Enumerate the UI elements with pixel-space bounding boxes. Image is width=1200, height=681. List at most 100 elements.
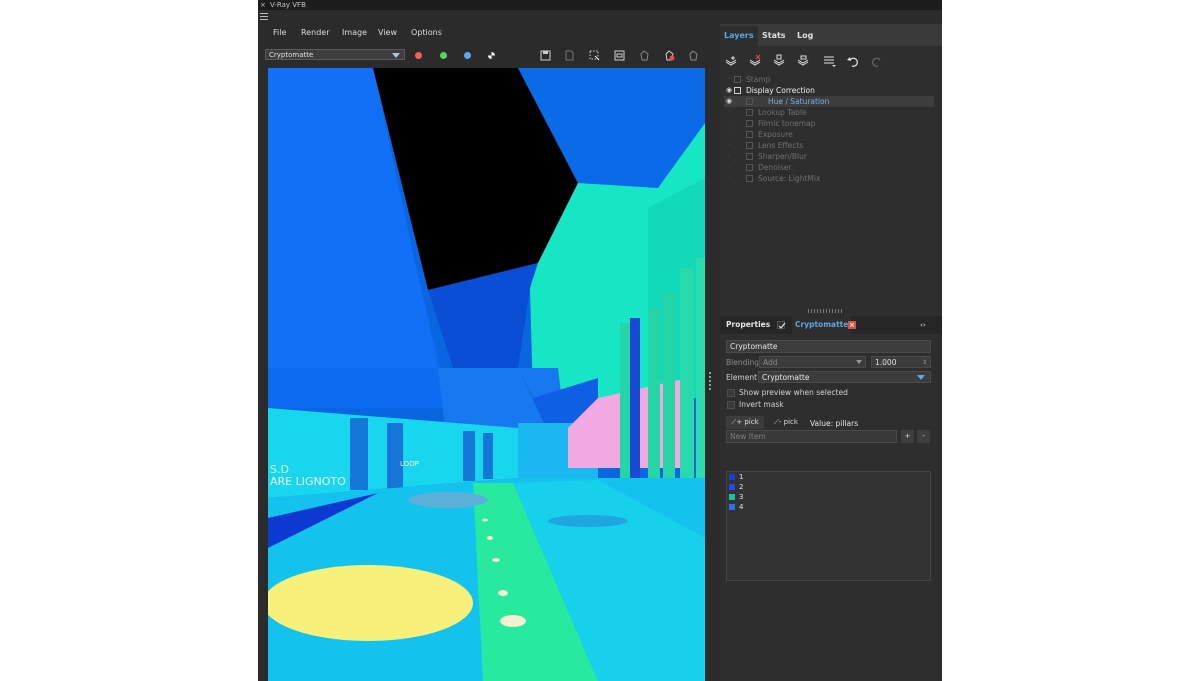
layer-row[interactable]: · Lens Effects bbox=[724, 140, 934, 151]
panel-tabs: Layers Stats Log bbox=[720, 24, 942, 46]
chevron-down-icon bbox=[392, 53, 400, 58]
visibility-eye-icon[interactable]: · bbox=[725, 173, 733, 184]
alpha-channel-dot[interactable] bbox=[488, 52, 495, 59]
cryptomatte-item-list[interactable]: 1 2 3 4 bbox=[726, 471, 931, 581]
visibility-eye-icon[interactable]: · bbox=[725, 118, 733, 129]
tab-log[interactable]: Log bbox=[793, 26, 817, 46]
green-channel-dot[interactable] bbox=[440, 52, 447, 59]
item-color-swatch bbox=[729, 494, 735, 500]
element-select[interactable]: Cryptomatte bbox=[758, 371, 931, 383]
undo-icon[interactable] bbox=[846, 54, 860, 68]
stop-render-icon[interactable] bbox=[664, 50, 675, 61]
layer-row[interactable]: · Exposure bbox=[724, 129, 934, 140]
visibility-eye-icon[interactable]: · bbox=[725, 151, 733, 162]
layer-name-field[interactable]: Cryptomatte bbox=[726, 340, 931, 353]
invert-mask-checkbox[interactable] bbox=[727, 401, 735, 409]
layer-row[interactable]: · Sharpen/Blur bbox=[724, 151, 934, 162]
visibility-eye-icon[interactable]: · bbox=[725, 129, 733, 140]
properties-menu-icon[interactable]: ‹› bbox=[920, 316, 926, 334]
new-item-input[interactable]: New Item bbox=[726, 430, 897, 443]
layer-presets-icon[interactable] bbox=[822, 54, 836, 68]
layer-row[interactable]: · Denoiser bbox=[724, 162, 934, 173]
visibility-eye-icon[interactable]: ◉ bbox=[725, 85, 733, 96]
clear-image-icon[interactable] bbox=[564, 50, 575, 61]
create-layer-icon[interactable] bbox=[724, 54, 738, 68]
layer-enable-checkbox[interactable] bbox=[746, 142, 753, 149]
remove-item-button[interactable]: - bbox=[917, 430, 930, 443]
layer-toolbar bbox=[720, 54, 942, 70]
menu-image[interactable]: Image bbox=[342, 28, 367, 37]
close-icon[interactable]: × bbox=[260, 0, 266, 10]
chevron-down-icon bbox=[856, 360, 862, 364]
delete-layer-icon[interactable] bbox=[748, 54, 762, 68]
layer-enable-checkbox[interactable] bbox=[746, 164, 753, 171]
spinner-arrows-icon[interactable]: ⇕ bbox=[922, 357, 927, 368]
visibility-eye-icon[interactable]: · bbox=[725, 162, 733, 173]
show-preview-checkbox[interactable] bbox=[727, 389, 735, 397]
channel-select-value: Cryptomatte bbox=[269, 51, 314, 59]
red-channel-dot[interactable] bbox=[415, 52, 422, 59]
redo-icon[interactable] bbox=[870, 54, 884, 68]
layer-enable-checkbox[interactable] bbox=[746, 120, 753, 127]
menu-options[interactable]: Options bbox=[411, 28, 442, 37]
blue-channel-dot[interactable] bbox=[464, 52, 471, 59]
layer-label: Source: LightMix bbox=[758, 174, 821, 183]
visibility-eye-icon[interactable]: · bbox=[725, 107, 733, 118]
item-color-swatch bbox=[729, 504, 735, 510]
layer-enabled-checkbox[interactable] bbox=[777, 321, 786, 329]
save-layers-icon[interactable] bbox=[772, 54, 786, 68]
layer-row[interactable]: ◉ Hue / Saturation bbox=[724, 96, 934, 107]
vfb-toolbar: Cryptomatte bbox=[258, 46, 708, 64]
properties-panel: Properties Cryptomatte × ‹› Cryptomatte … bbox=[720, 316, 942, 681]
layer-enable-checkbox[interactable] bbox=[746, 153, 753, 160]
add-item-button[interactable]: + bbox=[901, 430, 914, 443]
save-icon[interactable] bbox=[540, 50, 551, 61]
list-item[interactable]: 1 bbox=[727, 472, 930, 482]
layer-enable-checkbox[interactable] bbox=[746, 175, 753, 182]
list-item[interactable]: 4 bbox=[727, 502, 930, 512]
render-view[interactable]: S.D ARE LIGNOTO LOOP bbox=[268, 68, 705, 681]
layer-row[interactable]: · Stamp bbox=[724, 74, 934, 85]
menu-view[interactable]: View bbox=[378, 28, 397, 37]
channel-select[interactable]: Cryptomatte bbox=[265, 49, 405, 60]
opacity-spinner[interactable]: 1.000 ⇕ bbox=[871, 356, 931, 368]
render-icon[interactable] bbox=[639, 50, 650, 61]
layer-enable-checkbox[interactable] bbox=[734, 87, 741, 94]
tab-layers[interactable]: Layers bbox=[720, 26, 758, 46]
visibility-eye-icon[interactable]: · bbox=[725, 140, 733, 151]
blending-select[interactable]: Add bbox=[759, 356, 866, 368]
visibility-eye-icon[interactable]: ◉ bbox=[725, 96, 733, 107]
close-layer-tab-icon[interactable]: × bbox=[848, 321, 856, 329]
load-layers-icon[interactable] bbox=[796, 54, 810, 68]
hamburger-menu-icon[interactable] bbox=[260, 13, 268, 21]
tab-stats[interactable]: Stats bbox=[758, 26, 790, 46]
layer-enable-checkbox[interactable] bbox=[746, 131, 753, 138]
menu-file[interactable]: File bbox=[273, 28, 286, 37]
add-pick-button[interactable]: ⟋+ pick bbox=[726, 416, 764, 429]
panel-splitter-handle[interactable] bbox=[709, 372, 712, 394]
layer-row[interactable]: · Lookup Table bbox=[724, 107, 934, 118]
properties-splitter-handle[interactable] bbox=[808, 309, 844, 313]
item-color-swatch bbox=[729, 474, 735, 480]
region-render-icon[interactable] bbox=[589, 50, 600, 61]
chevron-down-icon bbox=[917, 375, 925, 380]
interactive-render-icon[interactable] bbox=[688, 50, 699, 61]
remove-pick-button[interactable]: ⟋- pick bbox=[768, 416, 804, 429]
list-item[interactable]: 3 bbox=[727, 492, 930, 502]
layer-enable-checkbox[interactable] bbox=[734, 76, 741, 83]
element-label: Element bbox=[726, 373, 758, 382]
layer-row[interactable]: ◉ Display Correction bbox=[724, 85, 934, 96]
layer-row[interactable]: · Filmic tonemap bbox=[724, 118, 934, 129]
layer-enable-checkbox[interactable] bbox=[746, 109, 753, 116]
layer-enable-checkbox[interactable] bbox=[746, 98, 753, 105]
menu-render[interactable]: Render bbox=[301, 28, 329, 37]
blending-value: Add bbox=[763, 358, 778, 367]
layer-label: Display Correction bbox=[746, 86, 815, 95]
layer-tab-cryptomatte[interactable]: Cryptomatte bbox=[792, 316, 852, 334]
layer-label: Exposure bbox=[758, 130, 793, 139]
list-item[interactable]: 2 bbox=[727, 482, 930, 492]
visibility-eye-icon[interactable]: · bbox=[725, 74, 733, 85]
layer-label: Hue / Saturation bbox=[768, 97, 830, 106]
layer-row[interactable]: · Source: LightMix bbox=[724, 173, 934, 184]
track-mouse-icon[interactable] bbox=[614, 50, 625, 61]
